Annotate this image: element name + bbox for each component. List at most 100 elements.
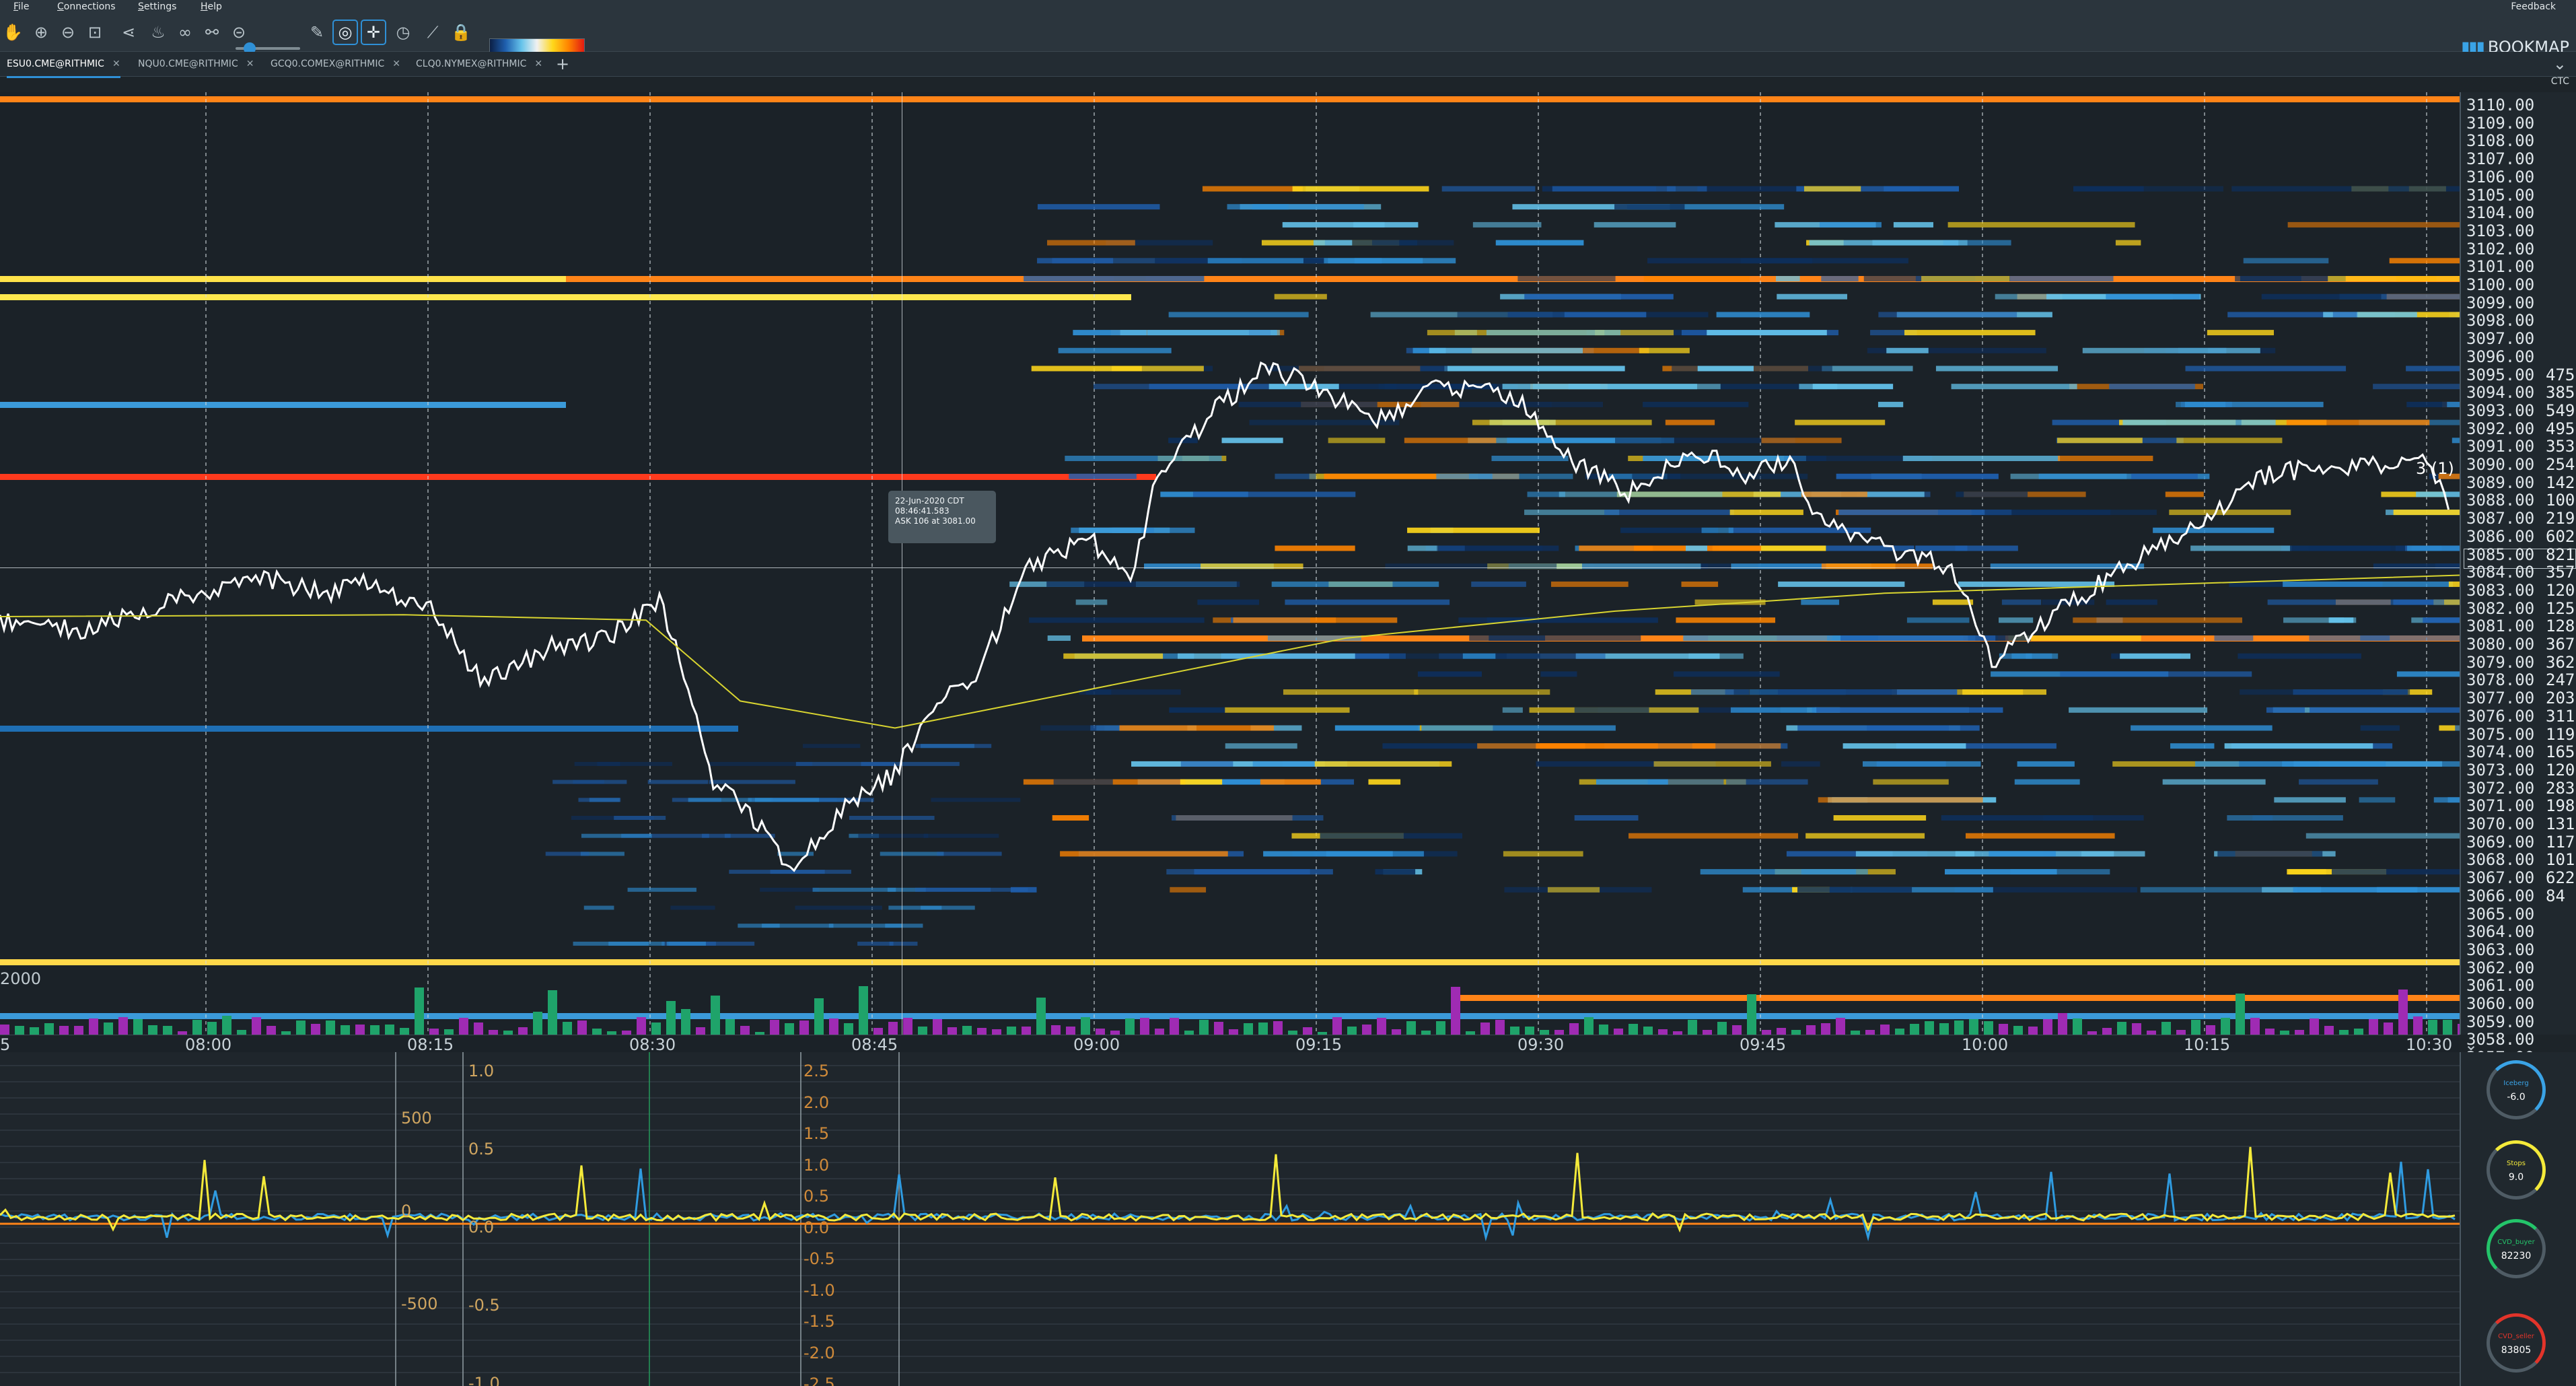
menu-settings[interactable]: Settings [138,1,176,12]
zoom-out-icon[interactable]: ⊖ [57,21,79,44]
liquidity-block [2388,186,2460,192]
close-icon[interactable]: ✕ [246,59,254,69]
liquidity-block [1999,617,2034,623]
price-axis[interactable]: 3110.00 3109.00 3108.00 3107.00 3106.00 3105.… [2460,92,2576,1138]
pencil-icon[interactable]: ✎ [306,21,328,44]
toolbar: ✋ ⊕ ⊖ ⊡ ⋖ ♨ ∞ ⚯ ⊝ ✎ ◎ ✛ ◷ ⟋ 🔒 ▮▮▮ BOOKMAP [0,15,2576,57]
close-icon[interactable]: ✕ [392,59,400,69]
liquidity-block [2176,438,2283,444]
time-axis[interactable]: 5 08:00 08:15 08:30 08:45 09:00 09:15 09:30 09:4… [0,1035,2460,1054]
fit-screen-icon[interactable]: ⊡ [83,21,106,44]
liquidity-block [1170,887,1207,893]
liquidity-block [1047,635,1071,641]
liquidity-block [1285,599,1450,605]
price-label: 3083.00 [2466,580,2535,600]
liquidity-block [1862,761,1981,767]
volume-bar [1170,1018,1179,1035]
menu-connections[interactable]: Connections [57,1,116,12]
close-icon[interactable]: ✕ [112,59,120,69]
liquidity-block [1268,384,1339,390]
volume-bar [844,1023,853,1035]
liquidity-block [2389,258,2460,264]
feedback-link[interactable]: Feedback [2511,1,2556,12]
share-icon[interactable]: ⋖ [117,21,140,44]
minus-circle-icon[interactable]: ⊝ [227,21,250,44]
liquidity-block [2423,617,2460,623]
lock-icon[interactable]: 🔒 [450,21,472,44]
tab-clq0[interactable]: CLQ0.NYMEX@RITHMIC ✕ [416,52,542,76]
indicator-scale-label: -0.5 [803,1249,835,1268]
clock-icon[interactable]: ◷ [392,21,415,44]
gauge-label: Stops [2507,1160,2526,1167]
indicator-scale-label: -1.0 [803,1280,835,1300]
price-label: 3068.00 [2466,850,2535,870]
chevron-down-icon[interactable]: ⌄ [2553,55,2567,73]
time-label: 09:30 [1517,1035,1565,1054]
volume-bar [2013,1026,2023,1035]
liquidity-block [724,833,775,838]
liquidity-block [1579,545,1653,551]
liquidity-block [1686,545,1708,551]
volume-bar [1599,1025,1608,1035]
menu-help[interactable]: Help [201,1,222,12]
indicator-scale-label: 0.0 [468,1218,495,1237]
tab-esu0[interactable]: ESU0.CME@RITHMIC ✕ [7,52,120,78]
volume-scale-label: 2000 [0,969,42,988]
volume-bar [1244,1023,1253,1035]
price-label: 3099.00 [2466,293,2535,312]
volume-bar [1525,1027,1534,1035]
hand-icon[interactable]: ✋ [1,21,24,44]
time-label: 09:00 [1073,1035,1120,1054]
menu-bar: File Connections Settings Help Feedback [0,0,2576,15]
liquidity-block [1227,204,1364,210]
volume-at-price: 100 [2546,491,2575,510]
liquidity-block [1414,689,1550,695]
volume-bar [1777,1027,1786,1035]
volume-at-price: 131 [2546,815,2575,833]
price-label: 3070.00 [2466,815,2535,833]
volume-bar [785,1023,794,1035]
fire-icon[interactable]: ♨ [147,21,170,44]
price-label: 3107.00 [2466,149,2535,169]
liquidity-block [849,816,935,820]
zoom-slider[interactable] [236,42,300,55]
tab-gcq0[interactable]: GCQ0.COMEX@RITHMIC ✕ [271,52,400,76]
indicator-scale-label: 0.5 [803,1187,830,1206]
volume-bar [1939,1023,1949,1035]
liquidity-block [1629,833,1799,839]
volume-bar [1643,1027,1653,1035]
liquidity-block [1502,384,1698,390]
volume-bar [1510,1027,1519,1035]
target-icon[interactable]: ◎ [332,20,358,45]
indicator-pane[interactable]: 500 0 -500 1.0 0.5 0.0 -0.5 -1.0 2.5 2.0 1.5 1.0 0.5… [0,1052,2460,1386]
liquidity-block [1812,384,1894,390]
volume-bar [2354,1029,2363,1035]
liquidity-block [1676,617,1776,623]
volume-bar [2235,993,2245,1035]
line-chart-icon[interactable]: ⟋ [421,21,444,44]
link-icon[interactable]: ∞ [174,21,196,44]
volume-bar [1658,1029,1668,1035]
liquidity-block [2082,347,2260,353]
liquidity-block [545,852,589,856]
liquidity-block [2085,186,2224,192]
volume-bar [1081,1017,1090,1035]
crosshair-icon[interactable]: ✛ [361,20,386,45]
volume-bar [548,990,557,1035]
add-tab-icon[interactable]: + [556,52,569,76]
liquidity-block [2455,725,2460,731]
close-icon[interactable]: ✕ [534,59,542,69]
menu-file[interactable]: File [13,1,29,12]
liquidity-block [2106,599,2157,605]
liquidity-block [1653,761,1771,767]
volume-bar [1999,1023,2008,1035]
liquidity-block [1326,851,1424,857]
liquidity-block [1221,438,1283,444]
link-alt-icon[interactable]: ⚯ [201,21,223,44]
heatmap-chart[interactable]: 22-Jun-2020 CDT 08:46:41.583 ASK 106 at … [0,92,2460,1035]
liquidity-block [578,798,621,802]
gauge-value: -6.0 [2507,1092,2526,1103]
tab-nqu0[interactable]: NQU0.CME@RITHMIC ✕ [138,52,254,76]
volume-bar [947,1027,957,1035]
zoom-in-icon[interactable]: ⊕ [30,21,52,44]
